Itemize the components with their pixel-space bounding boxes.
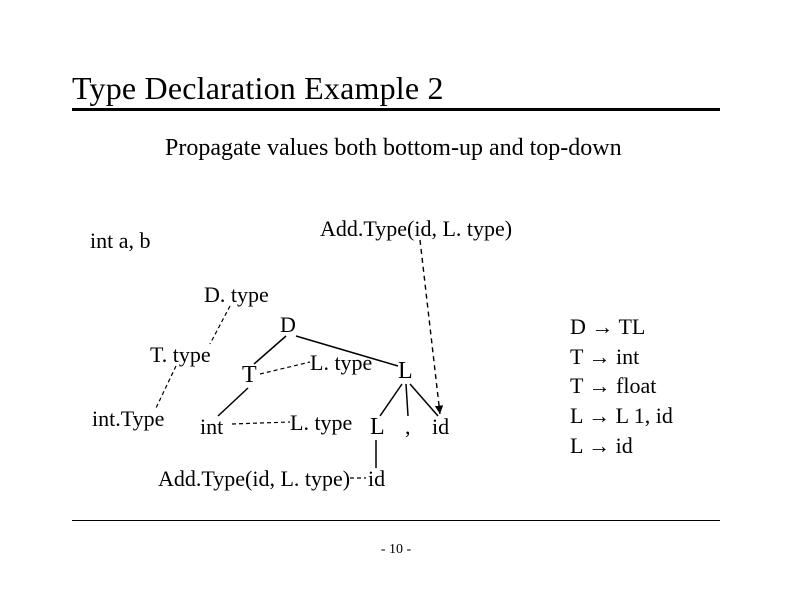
leaf-int: int: [200, 414, 223, 440]
slide-subtitle: Propagate values both bottom-up and top-…: [165, 135, 622, 162]
label-d-type: D. type: [204, 282, 269, 308]
label-int-type: int.Type: [92, 406, 164, 432]
label-l-type-1: L. type: [310, 350, 372, 376]
leaf-id-1: id: [432, 414, 449, 440]
label-l-type-2: L. type: [290, 410, 352, 436]
slide-title: Type Declaration Example 2: [72, 70, 444, 107]
label-t-type: T. type: [150, 342, 211, 368]
title-rule: [72, 108, 720, 111]
footer-rule: [72, 520, 720, 521]
code-snippet: int a, b: [90, 228, 151, 254]
node-L1: L: [398, 358, 413, 385]
grammar-rule-4: L → L 1, id: [570, 401, 673, 431]
leaf-id-2: id: [368, 466, 385, 492]
leaf-comma: ,: [405, 414, 411, 440]
slide: Type Declaration Example 2 Propagate val…: [0, 0, 792, 612]
grammar-rule-3: T → float: [570, 371, 673, 401]
grammar-rules: D → TL T → int T → float L → L 1, id L →…: [570, 312, 673, 460]
grammar-rule-5: L → id: [570, 431, 673, 461]
grammar-rule-1: D → TL: [570, 312, 673, 342]
annotation-addtype-bottom: Add.Type(id, L. type): [158, 466, 350, 492]
grammar-rule-2: T → int: [570, 342, 673, 372]
node-D: D: [280, 312, 296, 338]
node-T: T: [242, 362, 257, 389]
annotation-addtype-top: Add.Type(id, L. type): [320, 216, 512, 242]
node-L2: L: [370, 414, 385, 441]
page-number: - 10 -: [0, 542, 792, 558]
